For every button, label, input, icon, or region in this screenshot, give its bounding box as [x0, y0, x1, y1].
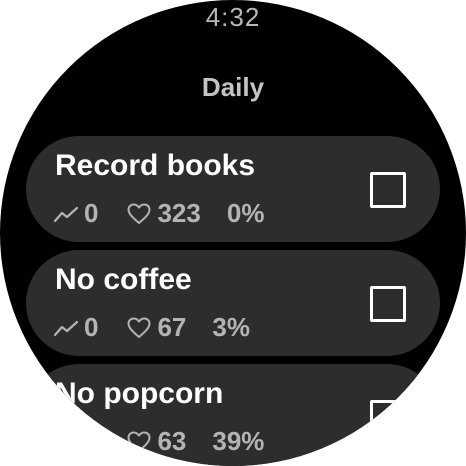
heart-icon [127, 203, 151, 224]
percent-stat: 3% [212, 312, 250, 342]
habit-card-record-books[interactable]: Record books 0 323 0% [26, 136, 440, 242]
trend-value: 0 [84, 426, 99, 456]
habit-card-no-popcorn[interactable]: No popcorn 0 63 39% [26, 364, 440, 466]
likes-stat: 67 [126, 312, 186, 343]
habit-checkbox[interactable] [370, 400, 406, 436]
habit-card-no-coffee[interactable]: No coffee 0 67 3% [26, 250, 440, 356]
trend-stat: 0 [54, 312, 98, 343]
habit-stats: 0 323 0% [54, 198, 264, 229]
habit-checkbox[interactable] [370, 172, 406, 208]
percent-stat: 39% [212, 426, 265, 456]
habit-stats: 0 67 3% [54, 312, 250, 343]
status-time: 4:32 [205, 2, 261, 32]
likes-value: 323 [157, 198, 201, 228]
watch-screen: 4:32 Daily Record books 0 323 0% No coff… [0, 0, 466, 466]
trend-value: 0 [84, 198, 99, 228]
percent-stat: 0% [226, 198, 265, 228]
likes-stat: 63 [126, 426, 186, 457]
habit-name: No popcorn [55, 377, 224, 410]
trend-stat: 0 [54, 198, 98, 229]
trend-stat: 0 [54, 426, 98, 457]
likes-stat: 323 [126, 198, 201, 229]
habit-checkbox[interactable] [370, 286, 406, 322]
trend-value: 0 [84, 312, 99, 342]
list-title: Daily [201, 72, 265, 102]
habit-stats: 0 63 39% [54, 426, 264, 457]
habit-name: Record books [55, 149, 256, 182]
likes-value: 63 [157, 426, 187, 456]
trending-icon [54, 320, 78, 336]
heart-icon [127, 431, 151, 452]
trending-icon [54, 206, 78, 222]
trending-icon [54, 434, 78, 450]
habit-name: No coffee [55, 263, 192, 296]
likes-value: 67 [157, 312, 187, 342]
heart-icon [127, 317, 151, 338]
